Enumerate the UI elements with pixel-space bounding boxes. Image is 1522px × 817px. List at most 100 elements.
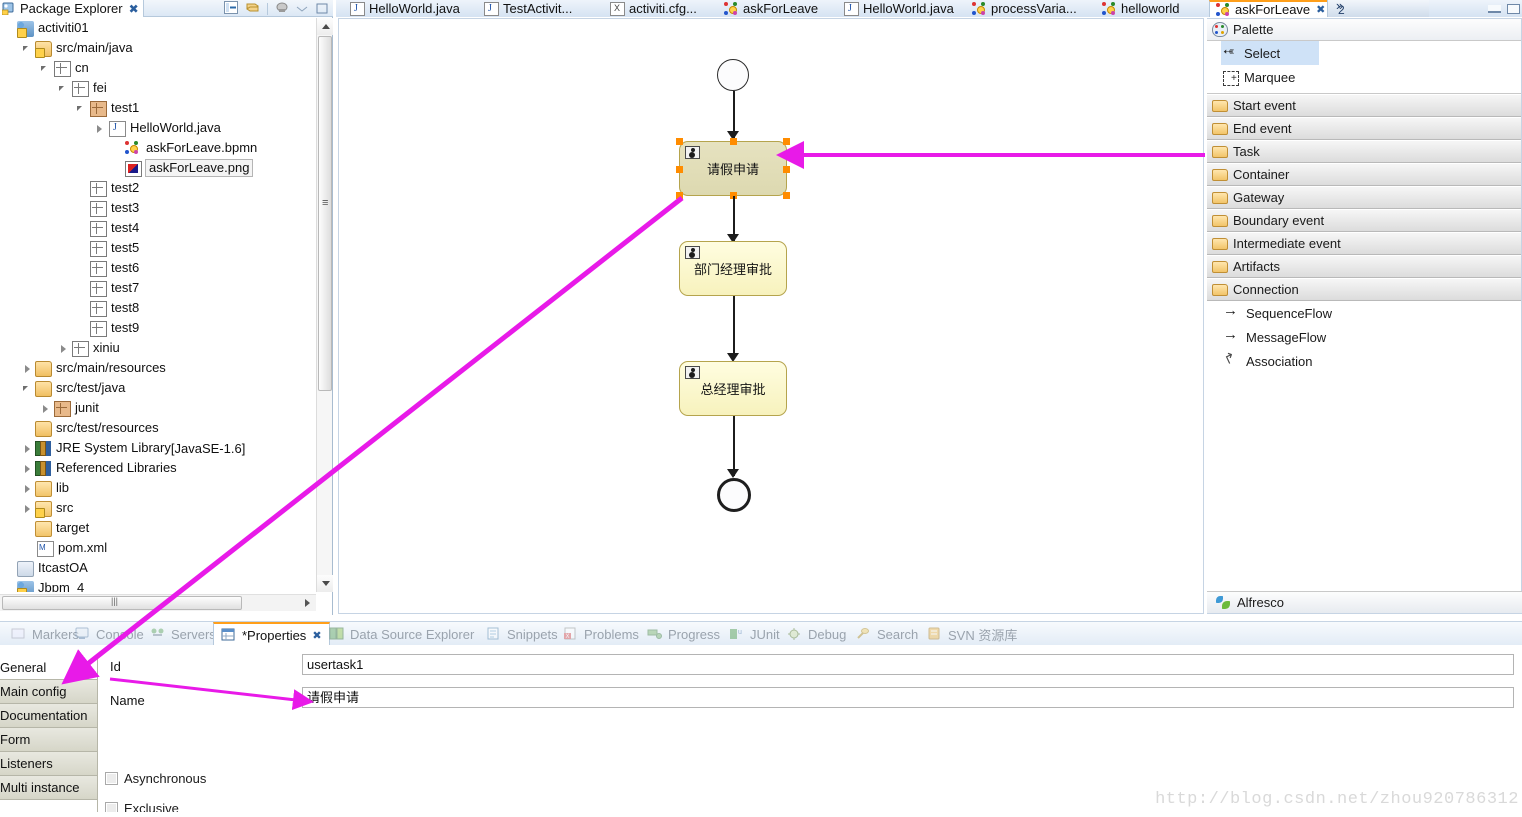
bottom-tab[interactable]: Search [849, 622, 925, 646]
expand-arrow-open-icon[interactable] [58, 83, 69, 94]
tree-item[interactable]: test6 [0, 258, 316, 278]
palette-group[interactable]: Task [1207, 140, 1521, 163]
expand-arrow-closed-icon[interactable] [22, 363, 33, 374]
tree-item[interactable]: Referenced Libraries [0, 458, 316, 478]
project-tree[interactable]: activiti01 src/main/java cnfei test1 HelloWo… [0, 18, 316, 592]
editor-tab[interactable]: HelloWorld.java [342, 0, 466, 17]
tree-item[interactable]: src/test/java [0, 378, 316, 398]
bottom-tab[interactable]: Debug [780, 622, 853, 646]
expand-arrow-open-icon[interactable] [22, 43, 33, 54]
task-shape-3[interactable]: 总经理审批 [679, 361, 787, 416]
tree-item[interactable]: src/main/java [0, 38, 316, 58]
checkbox-box[interactable] [105, 772, 118, 785]
resize-handle-e[interactable] [783, 166, 790, 173]
bottom-tab[interactable]: Console [68, 622, 151, 646]
expand-arrow-open-icon[interactable] [76, 103, 87, 114]
bottom-tab[interactable]: X Problems [556, 622, 646, 646]
resize-handle-sw[interactable] [676, 192, 683, 199]
tree-item[interactable]: askForLeave.png [0, 158, 316, 178]
resize-handle-w[interactable] [676, 166, 683, 173]
tree-item[interactable]: target [0, 518, 316, 538]
tree-item[interactable]: HelloWorld.java [0, 118, 316, 138]
palette-group[interactable]: Connection [1207, 278, 1521, 301]
palette-tool[interactable]: Select [1221, 41, 1319, 65]
editor-tab-overflow[interactable]: » 2 [1327, 0, 1429, 17]
editor-tab[interactable]: activiti.cfg... [604, 0, 703, 17]
tree-item[interactable]: xiniu [0, 338, 316, 358]
expand-arrow-closed-icon[interactable] [58, 343, 69, 354]
end-event-shape[interactable] [717, 478, 751, 512]
close-icon[interactable]: ✖ [1316, 3, 1325, 16]
tree-item[interactable]: test8 [0, 298, 316, 318]
asynchronous-checkbox[interactable]: Asynchronous [105, 771, 206, 786]
palette-group[interactable]: Artifacts [1207, 255, 1521, 278]
sequence-flow-3[interactable] [733, 296, 735, 358]
id-field[interactable]: usertask1 [302, 654, 1514, 675]
properties-side-tab[interactable]: Multi instance [0, 776, 98, 800]
view-menu-icon[interactable] [275, 1, 289, 17]
tree-item[interactable]: fei [0, 78, 316, 98]
resize-handle-ne[interactable] [783, 138, 790, 145]
palette-tool[interactable]: Marquee [1207, 65, 1521, 89]
bpmn-diagram-canvas[interactable]: 请假申请 部门经理审批 总经理审批 [338, 18, 1204, 614]
task-shape-1[interactable]: 请假申请 [676, 138, 790, 199]
palette-group[interactable]: Boundary event [1207, 209, 1521, 232]
tree-item[interactable]: JRE System Library [JavaSE-1.6] [0, 438, 316, 458]
palette-group[interactable]: Start event [1207, 94, 1521, 117]
tree-item[interactable]: askForLeave.bpmn [0, 138, 316, 158]
tree-horizontal-scrollbar[interactable] [0, 594, 316, 611]
properties-side-tab[interactable]: Form [0, 728, 98, 752]
close-icon[interactable]: ✖ [129, 2, 139, 16]
tree-item[interactable]: activiti01 [0, 18, 316, 38]
tree-vertical-scrollbar[interactable] [316, 18, 333, 592]
expand-arrow-closed-icon[interactable] [40, 403, 51, 414]
minimize-icon[interactable] [296, 2, 309, 17]
bottom-tab[interactable]: Snippets [479, 622, 565, 646]
tree-item[interactable]: junit [0, 398, 316, 418]
palette-group[interactable]: Container [1207, 163, 1521, 186]
bottom-tab[interactable]: SVN 资源库 [920, 622, 1024, 646]
tree-item[interactable]: src/main/resources [0, 358, 316, 378]
name-field[interactable]: 请假申请 [302, 687, 1514, 708]
expand-arrow-closed-icon[interactable] [22, 463, 33, 474]
palette-item[interactable]: SequenceFlow [1207, 301, 1521, 325]
collapse-all-icon[interactable] [224, 1, 238, 17]
tab-package-explorer[interactable]: Package Explorer ✖ [0, 0, 144, 17]
editor-tab[interactable]: HelloWorld.java [836, 0, 960, 17]
expand-arrow-open-icon[interactable] [22, 383, 33, 394]
expand-arrow-closed-icon[interactable] [94, 123, 105, 134]
hscroll-right-button[interactable] [300, 596, 314, 610]
scroll-down-button[interactable] [317, 575, 333, 592]
bottom-tab[interactable]: u JUnit [722, 622, 787, 646]
tree-item[interactable]: test5 [0, 238, 316, 258]
properties-side-tab[interactable]: Main config [0, 680, 98, 704]
palette-group[interactable]: End event [1207, 117, 1521, 140]
editor-tab[interactable]: TestActivit... [476, 0, 578, 17]
tree-item[interactable]: test9 [0, 318, 316, 338]
tree-item[interactable]: ItcastOA [0, 558, 316, 578]
sequence-flow-4[interactable] [733, 416, 735, 476]
properties-side-tab[interactable]: Listeners [0, 752, 98, 776]
minimize-icon[interactable] [1488, 4, 1501, 13]
maximize-icon[interactable] [1507, 3, 1520, 14]
close-icon[interactable]: ✖ [312, 629, 321, 642]
tree-item[interactable]: pom.xml [0, 538, 316, 558]
tree-item[interactable]: test3 [0, 198, 316, 218]
tree-item[interactable]: test1 [0, 98, 316, 118]
hscroll-thumb[interactable] [2, 596, 242, 610]
tree-item[interactable]: test4 [0, 218, 316, 238]
editor-tab[interactable]: helloworld [1096, 0, 1186, 17]
tree-item[interactable]: src/test/resources [0, 418, 316, 438]
expand-arrow-closed-icon[interactable] [22, 483, 33, 494]
tree-item[interactable]: test7 [0, 278, 316, 298]
resize-handle-se[interactable] [783, 192, 790, 199]
link-with-editor-icon[interactable] [245, 1, 260, 17]
expand-arrow-closed-icon[interactable] [22, 503, 33, 514]
properties-side-tab[interactable]: General [0, 656, 98, 680]
start-event-shape[interactable] [717, 59, 749, 91]
tree-item[interactable]: cn [0, 58, 316, 78]
expand-arrow-open-icon[interactable] [40, 63, 51, 74]
tree-item[interactable]: test2 [0, 178, 316, 198]
palette-group[interactable]: Intermediate event [1207, 232, 1521, 255]
maximize-icon[interactable] [316, 2, 329, 17]
